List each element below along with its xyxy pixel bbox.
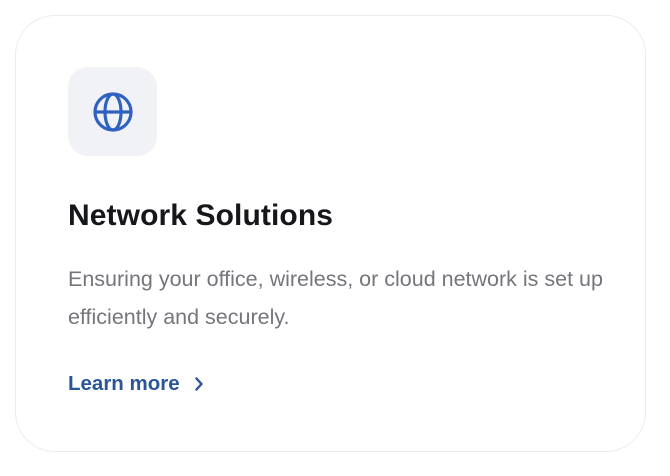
chevron-right-icon — [194, 376, 204, 392]
service-card: Network Solutions Ensuring your office, … — [15, 15, 646, 452]
icon-container — [68, 67, 157, 156]
globe-icon — [91, 90, 135, 134]
learn-more-label: Learn more — [68, 372, 180, 395]
card-title: Network Solutions — [68, 199, 334, 232]
learn-more-link[interactable]: Learn more — [68, 372, 204, 396]
card-description: Ensuring your office, wireless, or cloud… — [68, 267, 603, 329]
